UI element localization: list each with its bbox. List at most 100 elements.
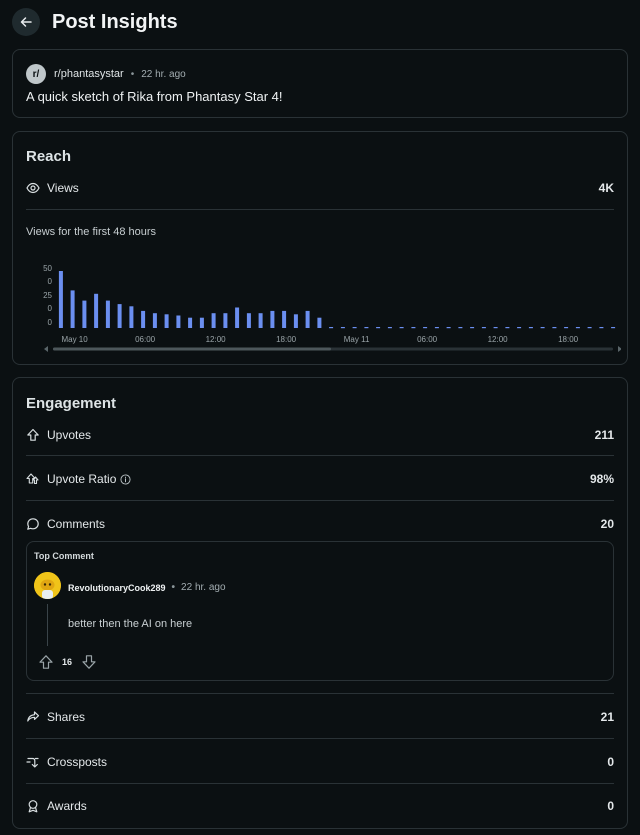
chart-bar bbox=[458, 327, 463, 329]
divider bbox=[26, 209, 614, 210]
x-tick-label: 18:00 bbox=[558, 335, 579, 344]
y-tick-label: 0 bbox=[48, 304, 53, 313]
post-title[interactable]: A quick sketch of Rika from Phantasy Sta… bbox=[26, 89, 283, 104]
upvote-icon bbox=[39, 655, 53, 669]
chart-bar bbox=[587, 327, 592, 329]
chart-bar bbox=[411, 327, 416, 329]
awards-value: 0 bbox=[607, 799, 614, 813]
comment-votes: 16 bbox=[38, 654, 97, 670]
crossposts-label: Crossposts bbox=[47, 755, 108, 769]
subreddit-avatar[interactable]: r/ bbox=[26, 64, 46, 84]
chart-bar bbox=[82, 300, 87, 328]
chart-bar bbox=[611, 327, 616, 329]
y-tick-label: 25 bbox=[43, 291, 52, 300]
chart-bar bbox=[141, 310, 146, 328]
x-tick-label: 12:00 bbox=[206, 335, 227, 344]
share-icon bbox=[27, 711, 40, 722]
chart-bar bbox=[188, 317, 193, 328]
page-title: Post Insights bbox=[52, 10, 178, 33]
upvotes-row: Upvotes 211 bbox=[26, 424, 614, 446]
chart-bar bbox=[517, 327, 522, 329]
chart-bar bbox=[235, 307, 240, 328]
chart-bar bbox=[340, 327, 345, 329]
divider bbox=[26, 738, 614, 739]
comments-label: Comments bbox=[47, 517, 106, 531]
post-meta: r/ r/phantasystar • 22 hr. ago bbox=[26, 63, 186, 85]
chart-bar bbox=[575, 327, 580, 329]
chart-bar bbox=[552, 327, 557, 329]
chart-bar bbox=[446, 327, 451, 329]
subreddit-name[interactable]: r/phantasystar bbox=[54, 68, 124, 80]
chart-bar bbox=[293, 314, 298, 328]
chart-bar bbox=[105, 300, 110, 328]
commenter-meta: RevolutionaryCook289 • 22 hr. ago bbox=[68, 582, 226, 593]
chart-bar bbox=[282, 310, 287, 328]
commenter-username[interactable]: RevolutionaryCook289 bbox=[68, 583, 166, 593]
chart-bar bbox=[70, 290, 75, 328]
crossposts-row: Crossposts 0 bbox=[26, 751, 614, 773]
y-tick-label: 0 bbox=[48, 318, 53, 327]
chart-bar bbox=[270, 310, 275, 328]
crosspost-icon bbox=[26, 757, 39, 768]
upvotes-value: 211 bbox=[594, 428, 614, 442]
top-comment-label: Top Comment bbox=[34, 551, 94, 561]
post-card[interactable]: r/ r/phantasystar • 22 hr. ago A quick s… bbox=[12, 49, 628, 118]
info-icon[interactable] bbox=[120, 473, 131, 485]
meta-separator: • bbox=[130, 68, 135, 80]
comment-downvote-button[interactable] bbox=[81, 654, 97, 670]
chart-bar bbox=[481, 327, 486, 329]
post-time: 22 hr. ago bbox=[141, 68, 186, 80]
upvote-ratio-row: Upvote Ratio 98% bbox=[26, 468, 614, 490]
comment-upvote-button[interactable] bbox=[38, 654, 54, 670]
chart-bar bbox=[470, 327, 475, 329]
top-comment-card[interactable]: Top Comment RevolutionaryCook289 • 22 hr… bbox=[26, 541, 614, 681]
award-icon bbox=[28, 800, 38, 813]
chart-bar bbox=[505, 327, 510, 329]
chart-bar bbox=[223, 313, 228, 328]
chart-bar bbox=[564, 327, 569, 329]
reach-title: Reach bbox=[26, 148, 72, 165]
shares-row: Shares 21 bbox=[26, 706, 614, 728]
comments-value: 20 bbox=[600, 517, 614, 531]
comment-body: better then the AI on here bbox=[68, 618, 193, 630]
chart-bar bbox=[399, 327, 404, 329]
chart-bar bbox=[58, 271, 63, 328]
chart-bar bbox=[117, 304, 122, 328]
thread-line[interactable] bbox=[47, 604, 48, 646]
chart-bar bbox=[423, 327, 428, 329]
comments-row: Comments 20 bbox=[26, 513, 614, 535]
x-tick-label: May 11 bbox=[344, 335, 370, 344]
y-tick-label: 0 bbox=[48, 277, 53, 286]
chart-bar bbox=[528, 327, 533, 329]
back-button[interactable] bbox=[12, 8, 40, 36]
comment-time: 22 hr. ago bbox=[181, 582, 226, 593]
engagement-card: Engagement Upvotes 211 Upvote Ratio 98% bbox=[12, 377, 628, 829]
page-header: Post Insights bbox=[12, 8, 178, 36]
chart-bar bbox=[199, 317, 204, 328]
upvotes-label: Upvotes bbox=[47, 428, 92, 442]
commenter-avatar[interactable] bbox=[34, 572, 61, 599]
chart-bar bbox=[434, 327, 439, 329]
views-row: Views 4K bbox=[26, 177, 614, 199]
chart-bar bbox=[540, 327, 545, 329]
engagement-title: Engagement bbox=[26, 395, 117, 412]
awards-row: Awards 0 bbox=[26, 795, 614, 817]
downvote-icon bbox=[82, 655, 96, 669]
eye-icon bbox=[26, 182, 40, 194]
meta-separator: • bbox=[171, 582, 176, 593]
chart-bar bbox=[258, 313, 263, 328]
x-tick-label: 18:00 bbox=[276, 335, 297, 344]
divider bbox=[26, 500, 614, 501]
chart-bar bbox=[94, 293, 99, 328]
chart-bar bbox=[387, 327, 392, 329]
arrow-left-icon bbox=[20, 17, 32, 27]
upvote-ratio-value: 98% bbox=[589, 472, 614, 486]
views-label: Views bbox=[47, 181, 79, 195]
upvote-ratio-icon bbox=[26, 473, 39, 485]
chart-bar bbox=[329, 327, 334, 329]
chart-bar bbox=[599, 327, 604, 329]
scroll-left-icon bbox=[44, 346, 48, 352]
chart-bar bbox=[129, 306, 134, 328]
divider bbox=[26, 783, 614, 784]
comment-score: 16 bbox=[62, 657, 73, 667]
